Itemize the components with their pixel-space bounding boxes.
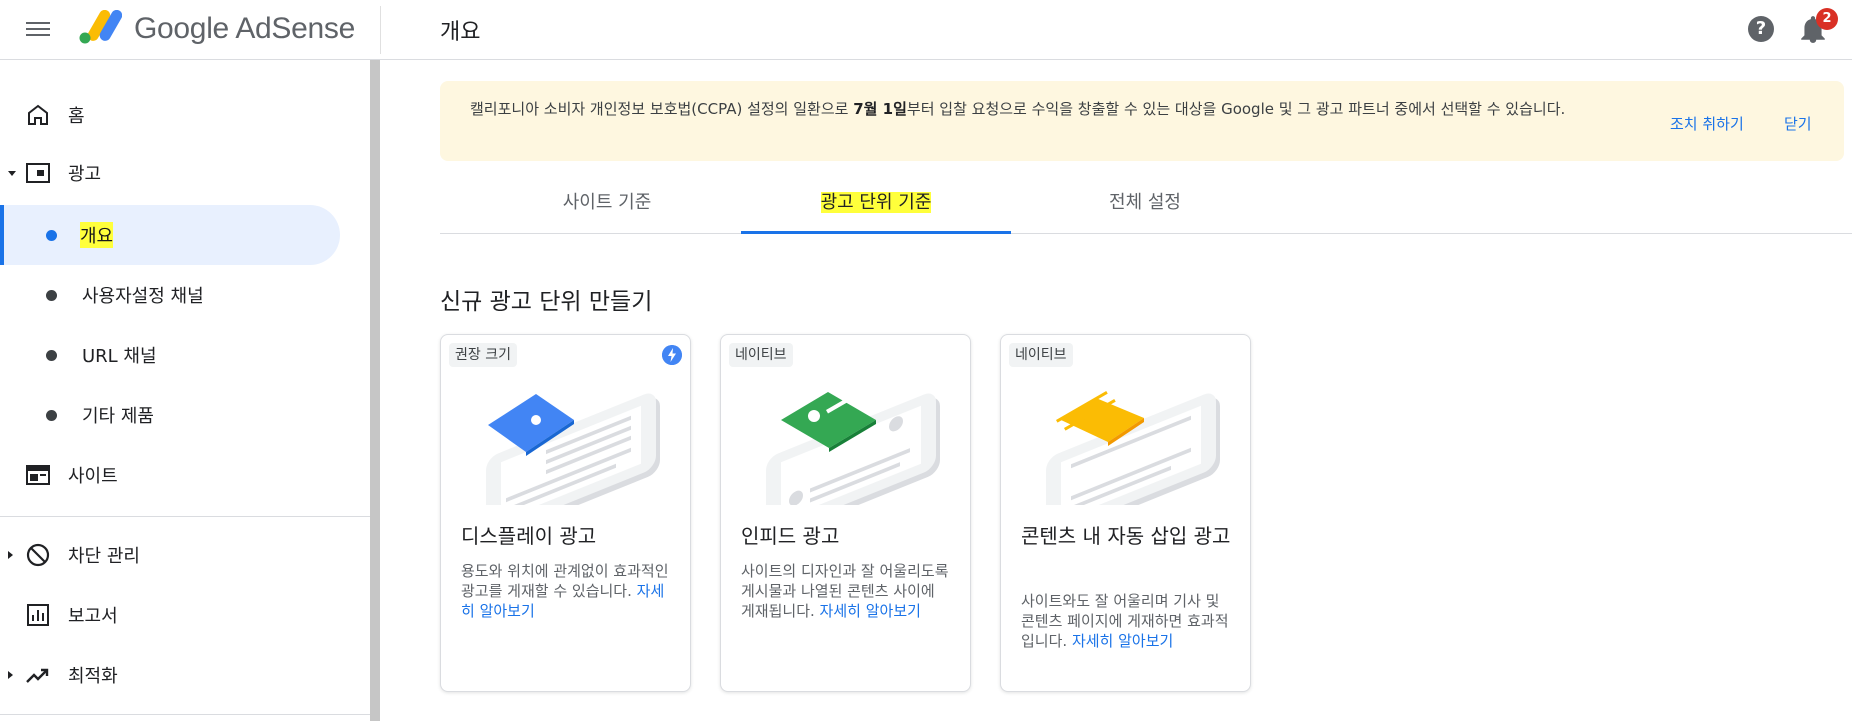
expand-caret-icon[interactable] [8,671,13,679]
menu-icon[interactable] [26,18,50,38]
take-action-button[interactable]: 조치 취하기 [1670,113,1744,134]
sidebar-item-optimization[interactable]: 최적화 [0,650,370,700]
bullet-icon [46,230,57,241]
top-app-bar: Google AdSense 개요 ? 2 [0,0,1852,60]
sidebar-item-label: 광고 [68,164,102,185]
card-title: 인피드 광고 [741,524,840,548]
tab-by-site[interactable]: 사이트 기준 [472,172,742,234]
expand-caret-icon[interactable] [8,551,13,559]
sidebar-item-reports[interactable]: 보고서 [0,590,370,640]
sidebar-item-label: 개요 [80,222,114,248]
sidebar-item-ads[interactable]: 광고 [0,148,370,198]
bullet-icon [46,350,57,361]
banner-text-part: 캘리포니아 소비자 개인정보 보호법(CCPA) 설정의 일환으로 [470,100,854,118]
tab-label: 전체 설정 [1109,192,1181,213]
card-description: 사이트의 디자인과 잘 어울리도록 게시물과 나열된 콘텐츠 사이에 게재됩니다… [741,561,951,621]
infeed-ad-illustration [766,392,940,505]
sidebar-item-label: URL 채널 [82,346,157,367]
view-tabs: 사이트 기준 광고 단위 기준 전체 설정 [440,172,1852,234]
sidebar-item-sites[interactable]: 사이트 [0,450,370,500]
trending-up-icon [26,668,49,683]
learn-more-link[interactable]: 자세히 알아보기 [820,602,921,620]
recommended-chip: 권장 크기 [449,343,517,367]
active-tab-underline [741,231,1011,234]
sidebar-item-label: 기타 제품 [82,406,154,427]
reports-icon [27,604,49,626]
inarticle-ads-card[interactable]: 네이티브 콘텐츠 내 자동 삽입 광고 사이트와도 잘 어울리며 기사 및 콘텐… [1000,334,1251,692]
sidebar-item-url-channels[interactable]: URL 채널 [0,330,370,380]
tab-label: 광고 단위 기준 [820,192,932,213]
infeed-ads-card[interactable]: 네이티브 인피드 광고 사이트의 디자인과 잘 어울리도록 게시물과 나열된 콘… [720,334,971,692]
sidebar-item-blocking-controls[interactable]: 차단 관리 [0,530,370,580]
sidebar-nav: 홈 광고 개요 사용자설정 채널 URL 채널 기타 제품 사이트 차단 관리 … [0,60,370,721]
sidebar-item-other-products[interactable]: 기타 제품 [0,390,370,440]
card-title: 콘텐츠 내 자동 삽입 광고 [1021,524,1231,548]
tab-global-settings[interactable]: 전체 설정 [1010,172,1280,234]
help-icon[interactable]: ? [1748,16,1774,42]
notification-badge: 2 [1816,8,1838,30]
sidebar-scrollbar[interactable] [370,60,380,721]
tab-label: 사이트 기준 [562,192,652,213]
block-icon [26,543,50,567]
display-ad-illustration [486,393,660,505]
sidebar-item-label: 보고서 [68,606,118,627]
bullet-icon [46,290,57,301]
sidebar-item-home[interactable]: 홈 [0,90,370,140]
native-chip: 네이티브 [729,343,793,367]
page-title: 개요 [440,20,481,45]
sidebar-item-ads-overview[interactable]: 개요 [0,210,370,260]
card-description: 사이트와도 잘 어울리며 기사 및 콘텐츠 페이지에 게재하면 효과적입니다. … [1021,591,1231,651]
tab-by-ad-unit[interactable]: 광고 단위 기준 [741,172,1011,234]
inarticle-ad-illustration [1046,391,1220,505]
card-title: 디스플레이 광고 [461,524,597,548]
bullet-icon [46,410,57,421]
sidebar-divider [0,516,370,517]
header-divider [380,6,381,54]
sidebar-item-label: 최적화 [68,666,118,687]
adsense-logo-icon [79,10,122,44]
card-description: 용도와 위치에 관계없이 효과적인 광고를 게재할 수 있습니다. 자세히 알아… [461,561,671,621]
sidebar-item-label: 차단 관리 [68,546,140,567]
sidebar-divider [0,714,370,715]
sites-icon [26,465,50,485]
banner-date: 7월 1일 [853,100,907,118]
sidebar-item-label: 사이트 [68,466,118,487]
ads-icon [26,163,50,183]
native-chip: 네이티브 [1009,343,1073,367]
sidebar-item-custom-channels[interactable]: 사용자설정 채널 [0,270,370,320]
banner-text-part: 부터 입찰 요청으로 수익을 창출할 수 있는 대상을 Google 및 그 광… [906,100,1566,118]
sidebar-item-label: 사용자설정 채널 [82,286,204,307]
sidebar-item-label: 홈 [68,106,85,127]
ccpa-notice-banner: 캘리포니아 소비자 개인정보 보호법(CCPA) 설정의 일환으로 7월 1일부… [440,81,1844,161]
section-title: 신규 광고 단위 만들기 [440,289,653,315]
dismiss-button[interactable]: 닫기 [1784,113,1812,134]
bolt-icon [662,345,682,365]
home-icon [28,104,48,125]
learn-more-link[interactable]: 자세히 알아보기 [1072,632,1173,650]
logo-text: Google AdSense [134,12,355,45]
banner-message: 캘리포니아 소비자 개인정보 보호법(CCPA) 설정의 일환으로 7월 1일부… [470,99,1620,120]
expand-caret-icon[interactable] [8,171,16,176]
display-ads-card[interactable]: 권장 크기 디스플레이 광고 용도와 위치에 관계없이 효과적인 광고를 게재할… [440,334,691,692]
